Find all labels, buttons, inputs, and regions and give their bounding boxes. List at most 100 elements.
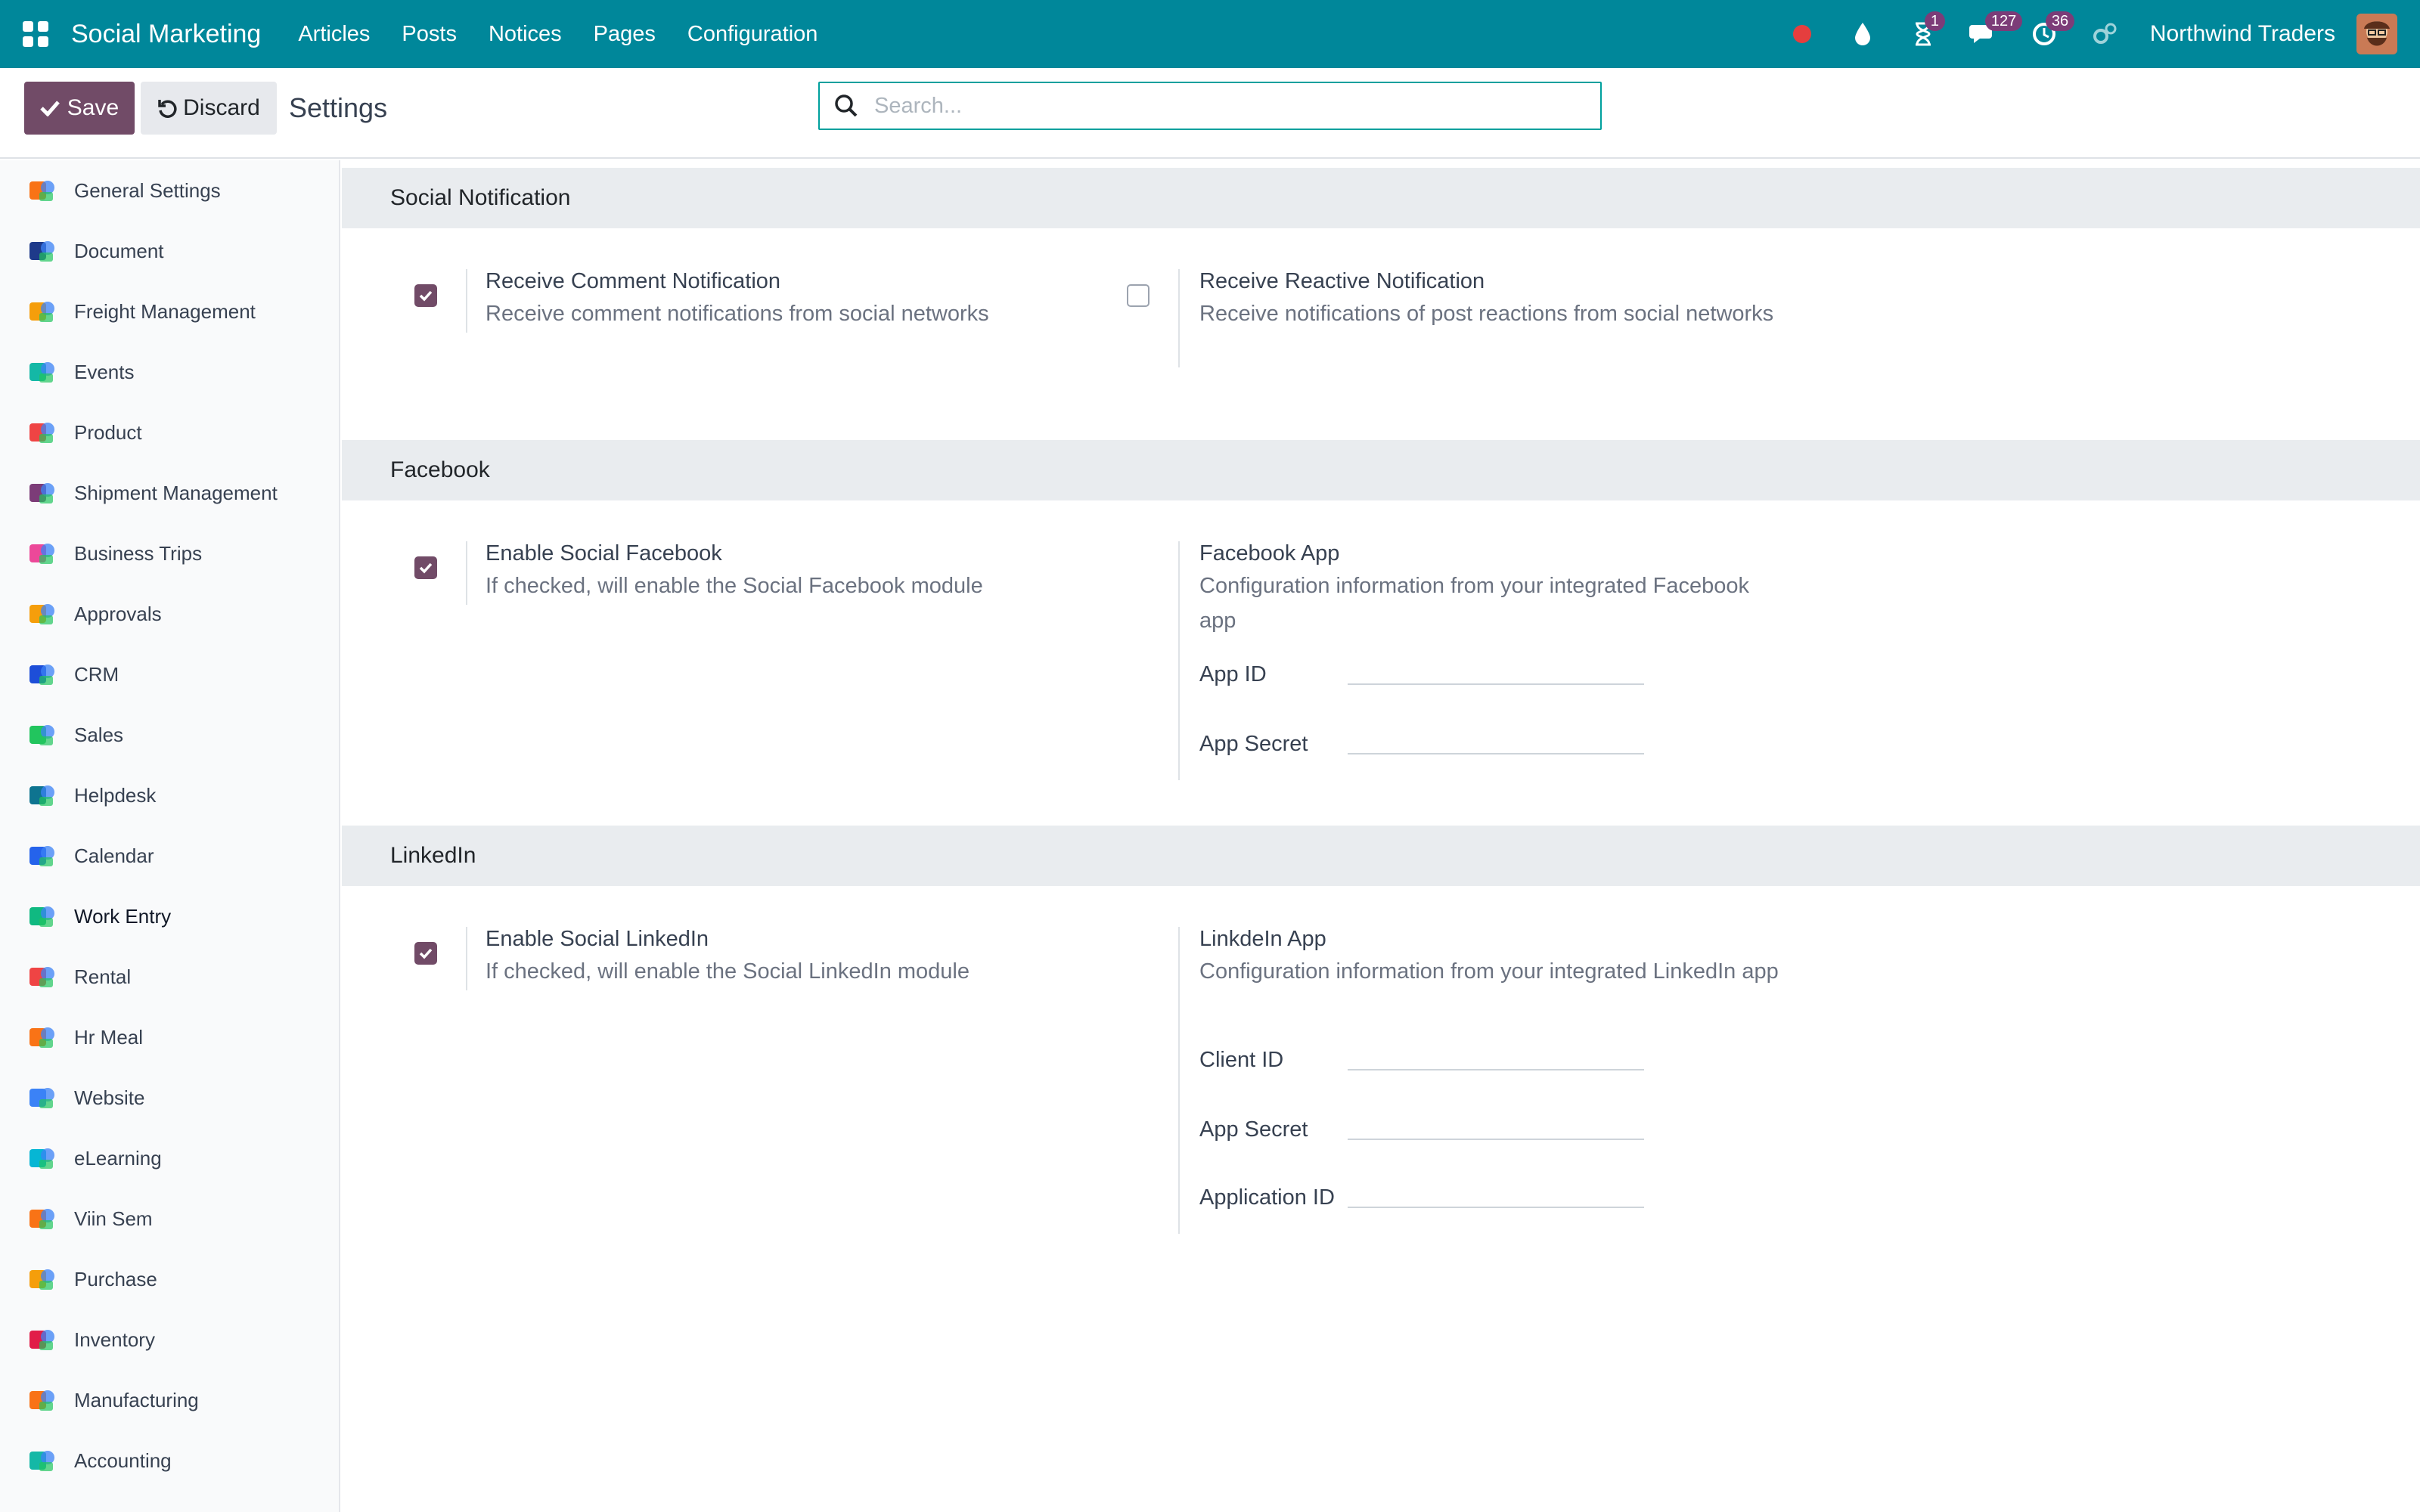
enable-linkedin-checkbox[interactable] (414, 942, 437, 965)
save-button-label: Save (67, 95, 119, 120)
enable-linkedin-desc: If checked, will enable the Social Linke… (486, 959, 970, 984)
sidebar-item-accounting[interactable]: Accounting (0, 1430, 339, 1491)
app-secret-label: App Secret (1199, 1117, 1308, 1142)
linkedin-app-secret-input[interactable] (1348, 1110, 1644, 1140)
app-brand[interactable]: Social Marketing (71, 20, 261, 49)
sidebar-item-product[interactable]: Product (0, 402, 339, 463)
receive-reactive-checkbox[interactable] (1127, 284, 1150, 307)
discard-button[interactable]: Discard (141, 82, 277, 135)
sidebar-item-label: Manufacturing (74, 1388, 199, 1411)
linkedin-app-desc: Configuration information from your inte… (1199, 959, 1779, 984)
sidebar-item-label: Website (74, 1086, 145, 1109)
facebook-body: Enable Social Facebook If checked, will … (342, 500, 2420, 826)
menu-pages[interactable]: Pages (578, 22, 672, 47)
receive-comment-desc: Receive comment notifications from socia… (486, 302, 989, 326)
hourglass-icon[interactable]: 1 (1908, 11, 1946, 49)
search-box[interactable] (818, 82, 1602, 130)
work-entry-icon (27, 901, 57, 931)
discard-button-label: Discard (183, 95, 260, 120)
approvals-icon (27, 599, 57, 629)
clock-icon[interactable]: 36 (2029, 11, 2075, 49)
sidebar-item-website[interactable]: Website (0, 1067, 339, 1128)
sidebar-item-crm[interactable]: CRM (0, 644, 339, 705)
rental-icon (27, 962, 57, 992)
enable-facebook-desc: If checked, will enable the Social Faceb… (486, 574, 983, 598)
facebook-app-secret-input[interactable] (1348, 724, 1644, 754)
sidebar-item-label: Business Trips (74, 541, 203, 565)
sidebar-item-label: Shipment Management (74, 481, 278, 504)
sidebar-item-label: CRM (74, 662, 119, 686)
section-social-notification: Social Notification (342, 168, 2420, 228)
search-icon (835, 94, 858, 117)
sidebar-item-document[interactable]: Document (0, 221, 339, 281)
app-secret-label: App Secret (1199, 732, 1308, 756)
freight-icon (27, 296, 57, 327)
sidebar-item-general-settings[interactable]: General Settings (0, 160, 339, 221)
sidebar-item-inventory[interactable]: Inventory (0, 1309, 339, 1370)
general-settings-icon (27, 175, 57, 206)
page-title: Settings (289, 92, 388, 123)
viin-sem-icon (27, 1204, 57, 1234)
apps-menu-icon[interactable] (23, 21, 48, 47)
sidebar-item-events[interactable]: Events (0, 342, 339, 402)
linkedin-body: Enable Social LinkedIn If checked, will … (342, 886, 2420, 1264)
sidebar-item-elearning[interactable]: eLearning (0, 1128, 339, 1188)
sidebar-item-viin-sem[interactable]: Viin Sem (0, 1188, 339, 1249)
sidebar-item-business-trips[interactable]: Business Trips (0, 523, 339, 584)
social-notification-body: Receive Comment Notification Receive com… (342, 228, 2420, 440)
sidebar-item-helpdesk[interactable]: Helpdesk (0, 765, 339, 826)
menu-posts[interactable]: Posts (386, 22, 473, 47)
gears-icon[interactable] (2090, 19, 2120, 49)
sidebar-item-purchase[interactable]: Purchase (0, 1249, 339, 1309)
sidebar-item-label: eLearning (74, 1146, 162, 1170)
facebook-app-id-input[interactable] (1348, 655, 1644, 685)
search-input[interactable] (874, 93, 1600, 119)
save-button[interactable]: Save (24, 82, 135, 135)
messages-icon[interactable]: 127 (1969, 11, 2023, 49)
sidebar-item-label: Viin Sem (74, 1207, 153, 1230)
sidebar-item-freight-management[interactable]: Freight Management (0, 281, 339, 342)
sidebar-item-work-entry[interactable]: Work Entry (0, 886, 339, 947)
client-id-label: Client ID (1199, 1048, 1284, 1072)
enable-facebook-checkbox[interactable] (414, 556, 437, 579)
sidebar-item-label: General Settings (74, 178, 221, 202)
activities-badge: 1 (1924, 11, 1946, 31)
settings-content: Social Notification Receive Comment Noti… (342, 160, 2420, 1512)
divider (1178, 541, 1180, 780)
drop-icon[interactable] (1848, 19, 1878, 49)
top-navbar: Social Marketing Articles Posts Notices … (0, 0, 2420, 68)
linkedin-app-title: LinkdeIn App (1199, 927, 1326, 951)
user-avatar[interactable] (2356, 14, 2397, 54)
divider (1178, 927, 1180, 1234)
events-icon (27, 357, 57, 387)
sidebar-item-manufacturing[interactable]: Manufacturing (0, 1370, 339, 1430)
sidebar-item-hr-meal[interactable]: Hr Meal (0, 1007, 339, 1067)
menu-configuration[interactable]: Configuration (672, 22, 834, 47)
undo-icon (158, 100, 177, 118)
messages-badge: 127 (1984, 11, 2023, 31)
receive-comment-checkbox[interactable] (414, 284, 437, 307)
section-linkedin: LinkedIn (342, 826, 2420, 886)
divider (466, 541, 467, 605)
sidebar-item-approvals[interactable]: Approvals (0, 584, 339, 644)
application-id-label: Application ID (1199, 1185, 1335, 1210)
menu-articles[interactable]: Articles (282, 22, 386, 47)
sidebar-item-label: Product (74, 420, 142, 444)
linkedin-application-id-input[interactable] (1348, 1178, 1644, 1208)
sidebar-item-rental[interactable]: Rental (0, 947, 339, 1007)
product-icon (27, 417, 57, 448)
sidebar-item-label: Document (74, 239, 164, 262)
company-switcher[interactable]: Northwind Traders (2150, 21, 2335, 47)
menu-notices[interactable]: Notices (473, 22, 578, 47)
linkedin-client-id-input[interactable] (1348, 1040, 1644, 1070)
sidebar-item-label: Rental (74, 965, 132, 988)
sidebar-item-label: Freight Management (74, 299, 256, 323)
record-icon[interactable] (1787, 19, 1817, 49)
sidebar-item-calendar[interactable]: Calendar (0, 826, 339, 886)
manufacturing-icon (27, 1385, 57, 1415)
sales-icon (27, 720, 57, 750)
crm-icon (27, 659, 57, 689)
sidebar-item-sales[interactable]: Sales (0, 705, 339, 765)
sidebar-item-shipment-management[interactable]: Shipment Management (0, 463, 339, 523)
sidebar-item-label: Purchase (74, 1267, 157, 1290)
